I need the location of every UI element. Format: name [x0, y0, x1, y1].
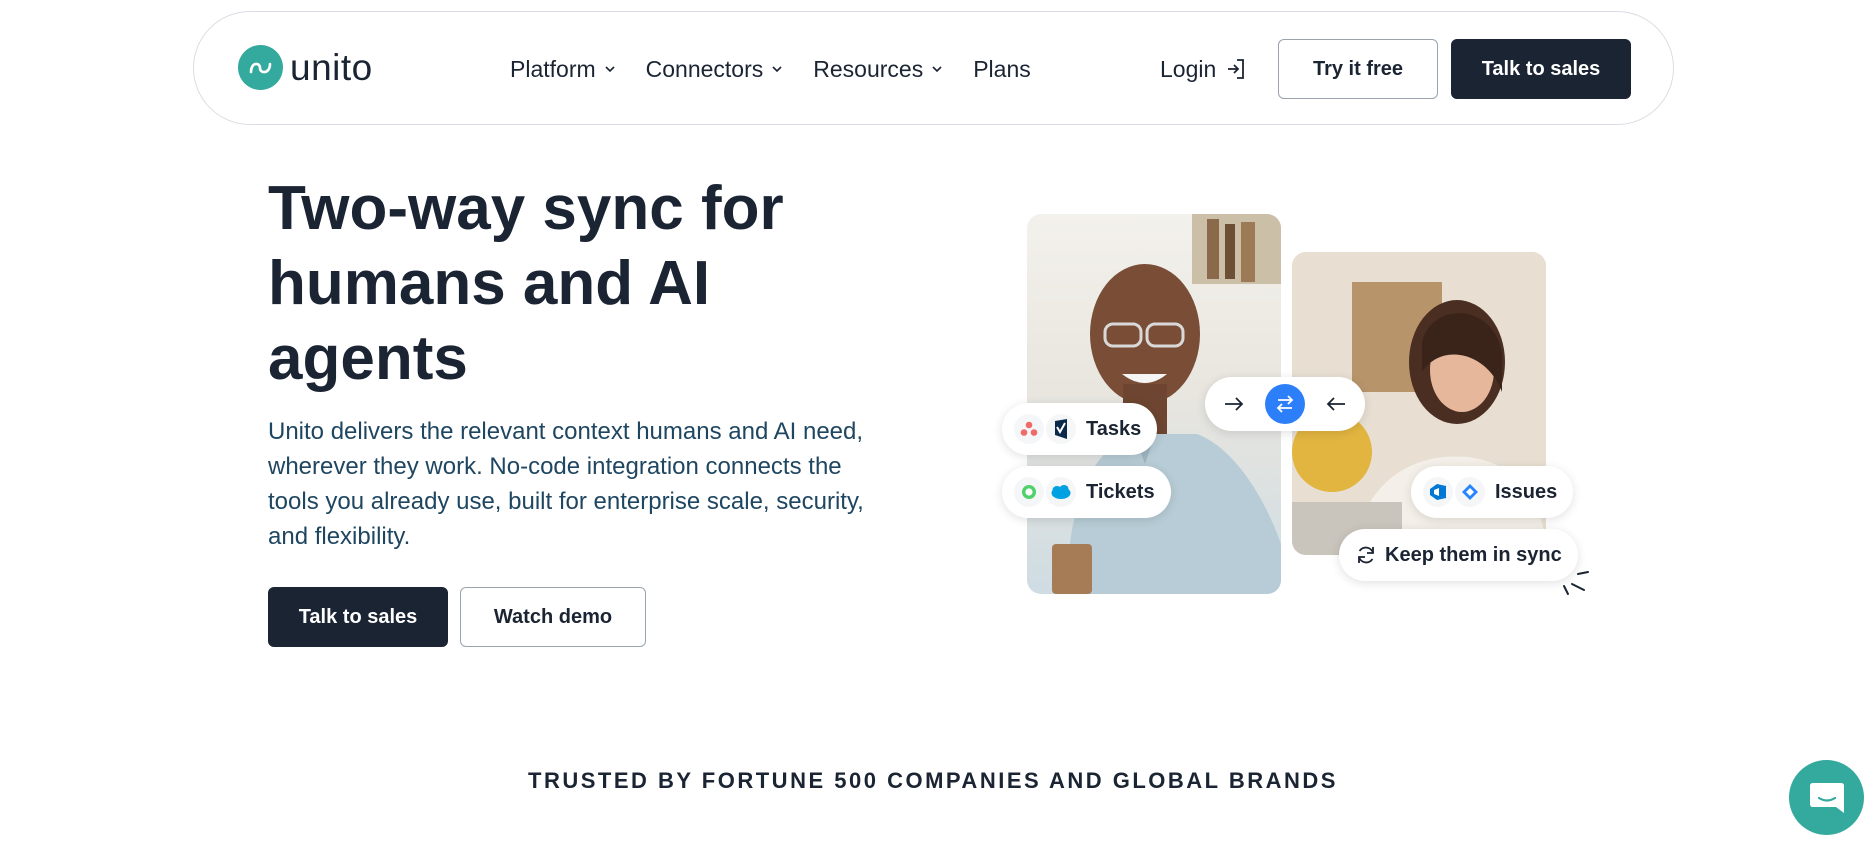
nav-item-platform[interactable]: Platform	[510, 56, 616, 83]
sparkle-lines-icon	[1563, 571, 1589, 595]
hero-title: Two-way sync for humans and AI agents	[268, 174, 784, 393]
azure-devops-icon	[1423, 477, 1453, 507]
nav-item-label: Connectors	[645, 55, 764, 82]
chevron-down-icon	[605, 66, 615, 73]
sync-direction-bar	[1205, 377, 1365, 431]
chat-icon	[1809, 782, 1844, 813]
nav-item-resources[interactable]: Resources	[813, 56, 943, 83]
zendesk-icon	[1014, 477, 1044, 507]
try-it-free-button[interactable]: Try it free	[1278, 39, 1438, 99]
chevron-down-icon	[932, 66, 942, 73]
login-icon	[1228, 59, 1245, 79]
arrow-left-icon	[1326, 397, 1345, 411]
nav-item-plans[interactable]: Plans	[973, 56, 1031, 83]
top-navigation: unito Platform Connectors Resources Plan…	[193, 11, 1674, 125]
nav-item-label: Plans	[973, 55, 1031, 82]
nav-item-label: Platform	[510, 55, 596, 82]
keep-in-sync-label: Keep them in sync	[1385, 543, 1562, 566]
tickets-pill: Tickets	[1002, 466, 1171, 518]
logo-text: unito	[290, 47, 373, 88]
tasks-pill: Tasks	[1002, 403, 1158, 455]
jira-icon	[1455, 477, 1485, 507]
refresh-icon	[1355, 544, 1377, 566]
watch-demo-button[interactable]: Watch demo	[460, 587, 646, 647]
hero-description: Unito delivers the relevant context huma…	[268, 418, 864, 550]
issues-pill: Issues	[1411, 466, 1574, 518]
chevron-down-icon	[772, 66, 782, 73]
asana-icon	[1014, 414, 1044, 444]
login-label: Login	[1160, 55, 1217, 82]
arrow-right-icon	[1225, 397, 1244, 411]
nav-item-label: Resources	[813, 55, 924, 82]
nav-links: Platform Connectors Resources Plans	[510, 12, 1061, 126]
keep-in-sync-pill: Keep them in sync	[1339, 529, 1578, 581]
talk-to-sales-button[interactable]: Talk to sales	[268, 587, 448, 647]
swap-arrows-icon	[1265, 384, 1305, 424]
chat-widget-button[interactable]	[1789, 760, 1864, 835]
issues-label: Issues	[1495, 480, 1558, 503]
login-link[interactable]: Login	[1160, 12, 1248, 126]
talk-to-sales-nav-button[interactable]: Talk to sales	[1451, 39, 1631, 99]
tickets-label: Tickets	[1086, 480, 1155, 503]
unito-logo-icon	[238, 45, 283, 90]
trusted-heading: TRUSTED BY FORTUNE 500 COMPANIES AND GLO…	[528, 768, 1338, 793]
salesforce-icon	[1046, 477, 1076, 507]
tasks-label: Tasks	[1086, 417, 1142, 440]
smartsheet-icon	[1046, 414, 1076, 444]
nav-item-connectors[interactable]: Connectors	[646, 56, 784, 83]
unito-logo[interactable]: unito	[238, 45, 373, 90]
